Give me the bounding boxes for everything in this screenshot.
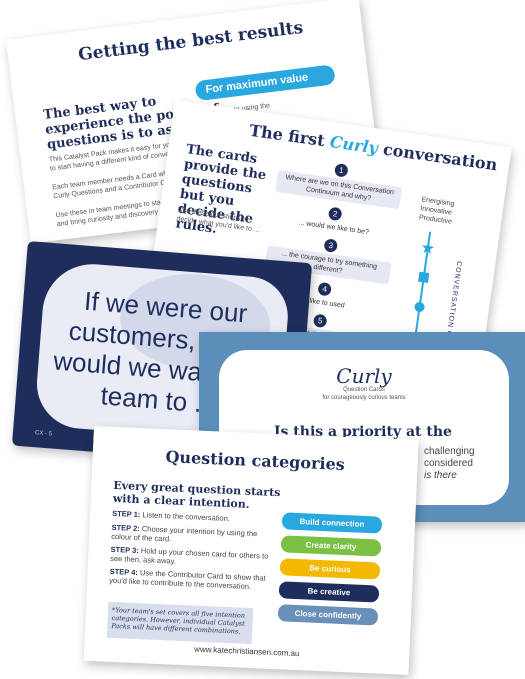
square-icon xyxy=(418,271,430,283)
logo-tagline: Question Cards xyxy=(343,387,385,393)
card-subtitle: Every great question starts with a clear… xyxy=(112,478,281,511)
step-2: STEP 2: Choose your intention by using t… xyxy=(111,523,277,548)
category-create-clarity: Create clarity xyxy=(280,535,382,557)
question-number: 1 xyxy=(333,162,349,178)
question-number: 3 xyxy=(323,238,339,253)
side-text: considered xyxy=(424,458,473,469)
max-value-pill: For maximum value xyxy=(194,64,336,102)
question-number: 4 xyxy=(317,281,332,297)
card-title: The first Curly conversation xyxy=(248,121,498,175)
category-be-curious: Be curious xyxy=(279,558,381,580)
step-label: STEP 1: xyxy=(112,508,141,520)
step-1: STEP 1: Listen to the conversation. xyxy=(112,509,277,525)
card-title: Question categories xyxy=(165,447,346,474)
step-4: STEP 4: Use the Contributor Card to show… xyxy=(109,567,275,592)
side-text: is there xyxy=(424,470,457,481)
category-close-confidently: Close confidently xyxy=(277,604,379,626)
card-title: Getting the best results xyxy=(77,17,305,66)
logo-tagline: for courageously curious teams xyxy=(322,395,406,401)
curly-logo: Curly xyxy=(336,364,392,388)
step-text: Listen to the conversation. xyxy=(142,510,231,524)
category-be-creative: Be creative xyxy=(278,581,380,603)
step-3: STEP 3: Hold up your chosen card for oth… xyxy=(110,545,276,570)
star-icon xyxy=(422,241,435,255)
card-question-categories: Question categories Every great question… xyxy=(83,426,419,675)
side-text: challenging xyxy=(424,446,475,457)
continuum-range: Energising Innovative Productive xyxy=(418,195,455,226)
card-note: *Your team's set covers all five intenti… xyxy=(106,601,254,645)
circle-icon xyxy=(414,302,425,313)
category-build-connection: Build connection xyxy=(281,512,383,534)
question-number: 5 xyxy=(312,313,328,329)
title-text: conversation xyxy=(376,138,499,175)
card-code: CX - 5 xyxy=(34,430,53,438)
question-number: 2 xyxy=(327,206,343,222)
brand-text: Curly xyxy=(328,132,380,158)
title-text: The first xyxy=(248,120,332,151)
